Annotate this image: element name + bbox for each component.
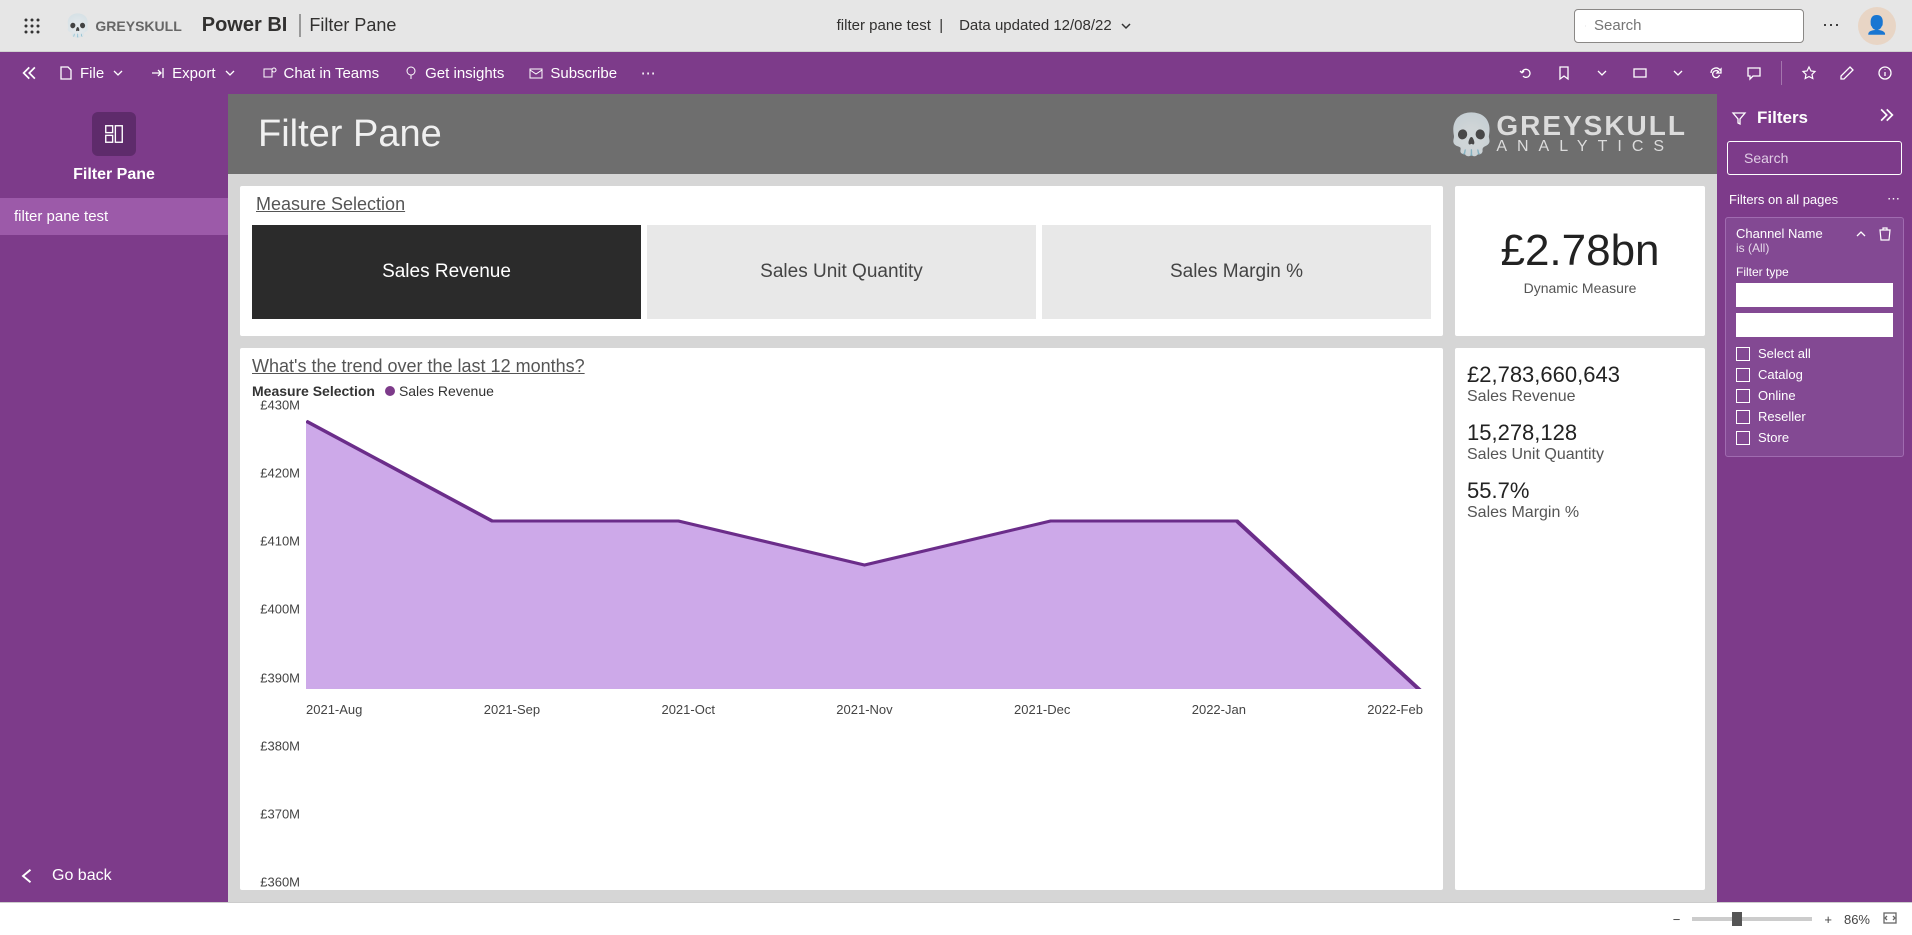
report-title: filter pane test | <box>837 17 943 34</box>
stat-value: 15,278,128 <box>1467 420 1693 446</box>
filter-option[interactable]: Online <box>1736 385 1893 406</box>
greyskull-logo: 💀GREYSKULL <box>64 13 182 39</box>
section-more-icon[interactable]: ⋯ <box>1887 191 1900 207</box>
stat-value: 55.7% <box>1467 478 1693 504</box>
search-input[interactable] <box>1594 17 1793 34</box>
zoom-in-button[interactable]: + <box>1824 912 1832 927</box>
comment-icon[interactable] <box>1737 56 1771 90</box>
measure-btn-sales-revenue[interactable]: Sales Revenue <box>252 225 641 319</box>
stat-label: Sales Margin % <box>1467 504 1693 522</box>
filter-option[interactable]: Store <box>1736 427 1893 448</box>
data-updated[interactable]: Data updated 12/08/22 <box>959 17 1134 34</box>
x-tick: 2021-Oct <box>661 702 714 717</box>
zoom-level: 86% <box>1844 912 1870 927</box>
chevron-down-icon[interactable] <box>1661 56 1695 90</box>
file-menu[interactable]: File <box>48 59 136 88</box>
page-tab-filter-pane-test[interactable]: filter pane test <box>0 198 228 235</box>
edit-icon[interactable] <box>1830 56 1864 90</box>
filter-value-input[interactable] <box>1736 313 1893 337</box>
x-tick: 2021-Sep <box>484 702 540 717</box>
zoom-slider[interactable] <box>1692 917 1812 921</box>
x-tick: 2021-Aug <box>306 702 362 717</box>
more-icon[interactable]: ⋯ <box>1822 15 1840 36</box>
nav-title: Filter Pane <box>73 166 155 184</box>
info-icon[interactable] <box>1868 56 1902 90</box>
page-title: Filter Pane <box>258 113 442 156</box>
filter-option[interactable]: Reseller <box>1736 406 1893 427</box>
checkbox-icon[interactable] <box>1736 431 1750 445</box>
measure-selection-title: Measure Selection <box>252 194 1431 215</box>
go-back-button[interactable]: Go back <box>0 850 228 902</box>
chart-legend: Measure SelectionSales Revenue <box>252 383 1431 399</box>
trend-title: What's the trend over the last 12 months… <box>252 356 1431 377</box>
filter-type-select[interactable] <box>1736 283 1893 307</box>
filter-search[interactable] <box>1727 141 1902 175</box>
trend-chart[interactable] <box>306 409 1423 689</box>
filter-pane-title: Filters <box>1757 108 1808 128</box>
kpi-card: £2.78bn Dynamic Measure <box>1455 186 1705 336</box>
more-commands-icon[interactable]: ⋯ <box>631 56 665 90</box>
reset-icon[interactable] <box>1509 56 1543 90</box>
y-tick: £430M <box>260 398 300 413</box>
filter-field-name: Channel Name <box>1736 226 1823 241</box>
chat-teams-button[interactable]: Chat in Teams <box>252 59 390 88</box>
filter-search-input[interactable] <box>1744 150 1912 166</box>
x-tick: 2022-Jan <box>1192 702 1246 717</box>
trend-chart-card: What's the trend over the last 12 months… <box>240 348 1443 890</box>
measure-btn-sales-unit-quantity[interactable]: Sales Unit Quantity <box>647 225 1036 319</box>
checkbox-icon[interactable] <box>1736 389 1750 403</box>
stats-card: £2,783,660,643 Sales Revenue 15,278,128 … <box>1455 348 1705 890</box>
view-icon[interactable] <box>1623 56 1657 90</box>
fit-to-page-icon[interactable] <box>1882 910 1898 929</box>
kpi-label: Dynamic Measure <box>1524 280 1637 296</box>
bookmark-icon[interactable] <box>1547 56 1581 90</box>
get-insights-button[interactable]: Get insights <box>393 59 514 88</box>
y-tick: £360M <box>260 875 300 890</box>
kpi-value: £2.78bn <box>1500 226 1659 276</box>
greyskull-logo: 💀 GREYSKULL ANALYTICS <box>1447 111 1688 158</box>
export-menu[interactable]: Export <box>140 59 247 88</box>
workspace-name[interactable]: Filter Pane <box>309 15 396 36</box>
expand-filter-pane-icon[interactable] <box>1880 106 1898 129</box>
avatar[interactable]: 👤 <box>1858 7 1896 45</box>
checkbox-icon[interactable] <box>1736 347 1750 361</box>
filter-option[interactable]: Select all <box>1736 343 1893 364</box>
stat-value: £2,783,660,643 <box>1467 362 1693 388</box>
app-name: Power BI <box>190 14 302 37</box>
y-tick: £380M <box>260 738 300 753</box>
filter-option[interactable]: Catalog <box>1736 364 1893 385</box>
x-tick: 2021-Dec <box>1014 702 1070 717</box>
y-tick: £370M <box>260 806 300 821</box>
checkbox-icon[interactable] <box>1736 368 1750 382</box>
measure-selection-card: Measure Selection Sales Revenue Sales Un… <box>240 186 1443 336</box>
collapse-nav-icon[interactable] <box>10 56 44 90</box>
subscribe-button[interactable]: Subscribe <box>518 59 627 88</box>
collapse-filter-icon[interactable] <box>1853 226 1869 245</box>
stat-label: Sales Revenue <box>1467 388 1693 406</box>
filter-card-channel-name[interactable]: Channel Name is (All) Filter type <box>1725 217 1904 457</box>
checkbox-icon[interactable] <box>1736 410 1750 424</box>
app-launcher-icon[interactable] <box>16 10 48 42</box>
chevron-down-icon[interactable] <box>1585 56 1619 90</box>
measure-btn-sales-margin[interactable]: Sales Margin % <box>1042 225 1431 319</box>
clear-filter-icon[interactable] <box>1877 226 1893 245</box>
x-tick: 2022-Feb <box>1367 702 1423 717</box>
filter-type-label: Filter type <box>1736 265 1893 279</box>
y-tick: £410M <box>260 534 300 549</box>
filter-section-label: Filters on all pages <box>1729 192 1838 207</box>
favorite-icon[interactable] <box>1792 56 1826 90</box>
report-icon <box>92 112 136 156</box>
filter-status: is (All) <box>1736 241 1823 255</box>
refresh-icon[interactable] <box>1699 56 1733 90</box>
y-tick: £420M <box>260 466 300 481</box>
zoom-out-button[interactable]: − <box>1673 912 1681 927</box>
y-tick: £390M <box>260 670 300 685</box>
x-tick: 2021-Nov <box>836 702 892 717</box>
stat-label: Sales Unit Quantity <box>1467 446 1693 464</box>
y-tick: £400M <box>260 602 300 617</box>
global-search[interactable] <box>1574 9 1804 43</box>
